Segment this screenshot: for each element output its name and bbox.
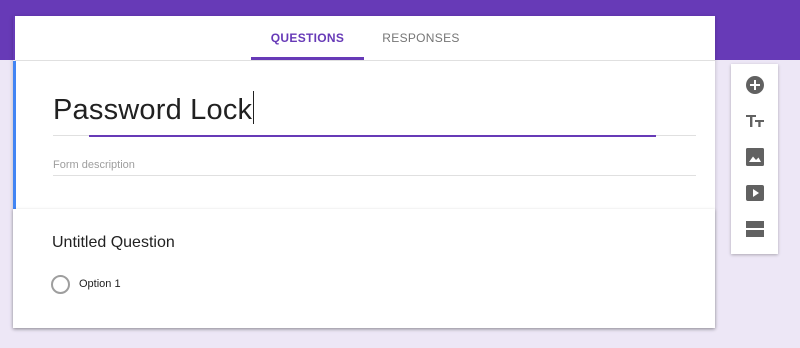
- add-image-icon: [745, 148, 764, 166]
- form-title-input[interactable]: Password Lock: [53, 91, 255, 127]
- option-1-label[interactable]: Option 1: [79, 278, 121, 290]
- add-question-icon: [745, 76, 764, 94]
- tab-questions[interactable]: QUESTIONS: [251, 16, 364, 60]
- side-toolbar: [731, 64, 778, 254]
- form-title-text: Password Lock: [53, 94, 253, 126]
- tab-responses[interactable]: RESPONSES: [371, 16, 471, 60]
- add-section-button[interactable]: [731, 211, 778, 247]
- add-title-icon: [745, 115, 764, 127]
- question-title[interactable]: Untitled Question: [52, 234, 175, 252]
- add-video-button[interactable]: [731, 175, 778, 211]
- text-cursor: [253, 91, 255, 124]
- radio-option-1[interactable]: [51, 275, 70, 294]
- add-section-icon: [745, 221, 764, 237]
- question-card[interactable]: Untitled Question Option 1: [13, 209, 715, 328]
- description-underline: [53, 175, 696, 176]
- add-title-button[interactable]: [731, 103, 778, 139]
- add-question-button[interactable]: [731, 67, 778, 103]
- form-title-card: Password Lock Form description: [13, 61, 715, 209]
- form-description-input[interactable]: Form description: [53, 159, 135, 171]
- tab-bar: QUESTIONS RESPONSES: [15, 16, 715, 61]
- active-tab-indicator: [251, 57, 364, 60]
- add-image-button[interactable]: [731, 139, 778, 175]
- add-video-icon: [745, 185, 764, 201]
- title-focus-underline: [89, 135, 656, 137]
